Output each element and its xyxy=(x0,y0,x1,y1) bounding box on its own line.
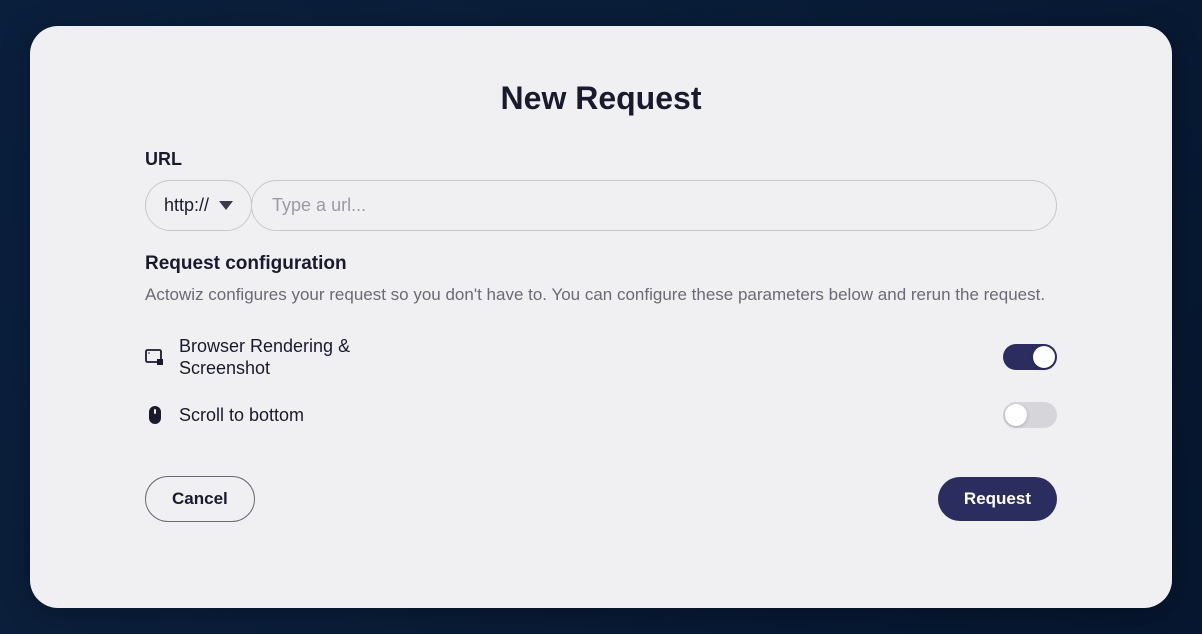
button-row: Cancel Request xyxy=(145,476,1057,522)
config-row-scroll-bottom: Scroll to bottom xyxy=(145,402,1057,428)
url-row: http:// xyxy=(145,180,1057,231)
new-request-modal: New Request URL http:// Request configur… xyxy=(30,26,1172,608)
config-row-browser-rendering: Browser Rendering & Screenshot xyxy=(145,335,1057,380)
config-section-title: Request configuration xyxy=(145,253,1057,275)
request-button[interactable]: Request xyxy=(938,477,1057,521)
protocol-select[interactable]: http:// xyxy=(145,180,252,231)
url-label: URL xyxy=(145,149,1057,170)
chevron-down-icon xyxy=(219,201,233,210)
toggle-scroll-bottom[interactable] xyxy=(1003,402,1057,428)
browser-screenshot-icon xyxy=(145,347,165,367)
config-label-browser-rendering: Browser Rendering & Screenshot xyxy=(179,335,399,380)
cancel-button[interactable]: Cancel xyxy=(145,476,255,522)
protocol-selected-value: http:// xyxy=(164,195,209,216)
toggle-knob xyxy=(1033,346,1055,368)
config-section-description: Actowiz configures your request so you d… xyxy=(145,283,1057,307)
config-label-scroll-bottom: Scroll to bottom xyxy=(179,404,304,427)
modal-title: New Request xyxy=(145,80,1057,117)
toggle-browser-rendering[interactable] xyxy=(1003,344,1057,370)
mouse-icon xyxy=(145,405,165,425)
url-input[interactable] xyxy=(251,180,1057,231)
toggle-knob xyxy=(1005,404,1027,426)
